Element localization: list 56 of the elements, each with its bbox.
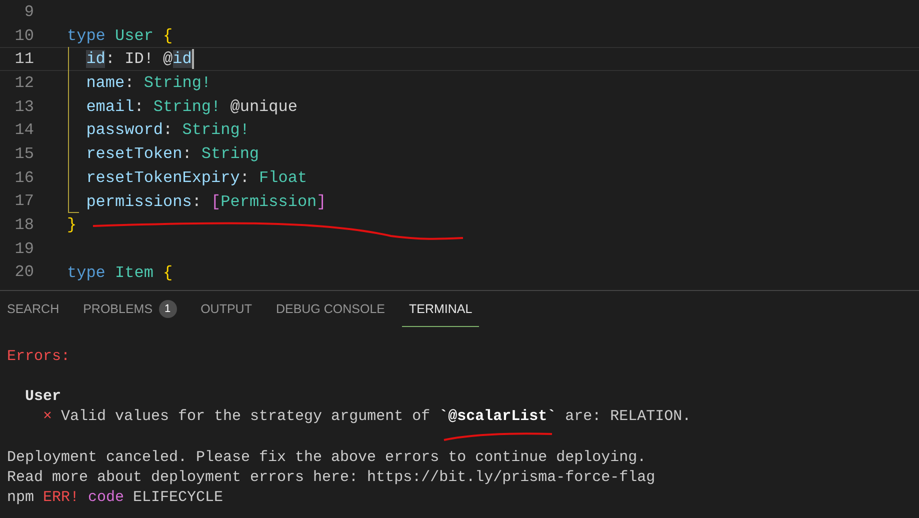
code-token: resetToken xyxy=(86,145,182,164)
code-token: permissions xyxy=(86,192,192,210)
line-number: 20 xyxy=(14,263,34,282)
code-token: : xyxy=(134,98,145,116)
terminal-line: User xyxy=(25,387,62,408)
code-token: [ xyxy=(211,192,221,210)
panel-tab[interactable]: OUTPUT xyxy=(194,291,259,327)
code-token: password xyxy=(86,121,164,140)
code-token: : xyxy=(240,168,250,187)
line-number: 10 xyxy=(14,26,34,45)
line-number: 14 xyxy=(14,121,34,140)
code-token: resetTokenExpiry xyxy=(86,168,240,187)
code-token: { xyxy=(163,264,173,282)
line-number: 12 xyxy=(14,74,34,92)
code-token: String! xyxy=(182,121,250,140)
code-token: email xyxy=(86,98,134,116)
code-token: : xyxy=(192,192,202,210)
code-token: Permission xyxy=(220,192,317,210)
code-token: Item xyxy=(115,264,154,282)
code-token: String xyxy=(201,145,260,164)
terminal-line: Errors: xyxy=(7,347,70,367)
code-token: name xyxy=(86,74,125,92)
panel-tab[interactable]: TERMINAL xyxy=(402,291,480,327)
code-token: @unique xyxy=(230,98,298,116)
code-token: ] xyxy=(316,192,326,210)
code-token: Float xyxy=(259,168,308,187)
terminal-line: Deployment canceled. Please fix the above errors to continue deploying. xyxy=(7,448,646,468)
code-token: User xyxy=(115,26,154,45)
code-token: id xyxy=(86,50,106,68)
code-token: : ID! @ xyxy=(105,50,173,68)
line-number: 9 xyxy=(23,2,34,21)
panel-tab[interactable]: SEARCH xyxy=(0,291,66,327)
terminal-line: npm ERR! code ELIFECYCLE xyxy=(7,488,224,508)
panel-tab[interactable]: DEBUG CONSOLE xyxy=(268,291,392,327)
line-number: 19 xyxy=(14,240,34,258)
count-badge: 1 xyxy=(158,300,177,318)
code-token: type xyxy=(67,26,106,45)
code-token: : xyxy=(182,145,193,164)
line-number: 18 xyxy=(14,216,34,234)
code-token: id xyxy=(172,50,192,68)
line-number: 15 xyxy=(14,144,34,163)
code-token: { xyxy=(163,26,173,45)
terminal-line: × Valid values for the strategy argument of `@scalarList` are: RELATION. xyxy=(43,407,692,428)
line-number: 16 xyxy=(14,168,34,187)
code-token: : xyxy=(163,121,174,140)
code-token: String! xyxy=(153,98,222,116)
code-token: } xyxy=(67,216,77,234)
text-cursor xyxy=(192,49,194,70)
line-number: 17 xyxy=(14,192,34,210)
line-number: 13 xyxy=(14,98,34,116)
code-token: type xyxy=(67,264,106,282)
line-number: 11 xyxy=(14,50,34,68)
code-token: String! xyxy=(144,74,212,92)
panel-tab[interactable]: PROBLEMS 1 xyxy=(76,291,184,327)
terminal-line: Read more about deployment errors here: https://bit.ly/prisma-force-flag xyxy=(7,468,656,488)
code-token: : xyxy=(124,74,136,92)
